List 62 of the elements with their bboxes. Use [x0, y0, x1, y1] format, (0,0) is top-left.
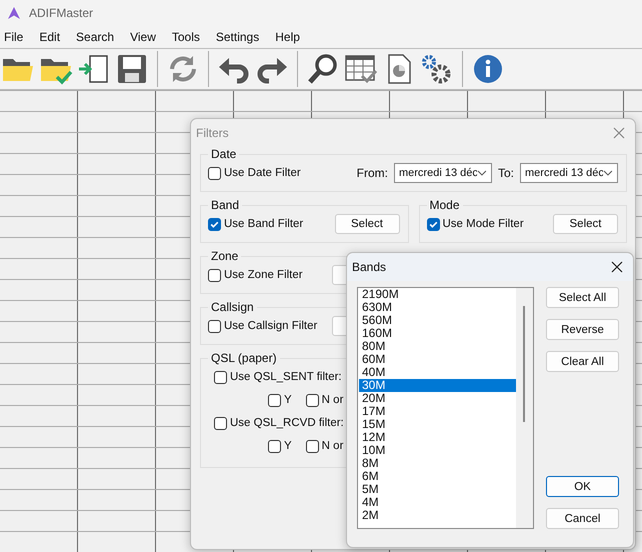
chevron-down-icon	[477, 170, 487, 176]
ok-button[interactable]: OK	[546, 476, 619, 497]
field-label: To:	[498, 166, 514, 180]
list-action-button[interactable]: Reverse	[546, 319, 619, 340]
band-list-item[interactable]: 2190M	[359, 288, 516, 301]
option-checkbox[interactable]: N or	[306, 440, 344, 452]
cancel-button[interactable]: Cancel	[546, 508, 619, 529]
band-list-item[interactable]: 10M	[359, 444, 516, 457]
group-label: Zone	[210, 249, 240, 263]
option-checkbox[interactable]: N or	[306, 394, 344, 406]
group-label: QSL (paper)	[210, 351, 278, 365]
table-check-icon[interactable]	[344, 53, 378, 85]
qsl-filter-checkbox[interactable]: Use QSL_SENT filter:	[214, 370, 342, 384]
group-label: Band	[210, 198, 240, 212]
band-list-item[interactable]: 20M	[359, 392, 516, 405]
checkmark-icon	[209, 218, 220, 230]
dialog-title: Bands	[352, 260, 386, 274]
qsl-filter-checkbox[interactable]: Use QSL_RCVD filter:	[214, 416, 344, 430]
menu-item[interactable]: File	[4, 30, 32, 44]
field-label: From:	[356, 166, 388, 180]
menu-item[interactable]: Tools	[172, 30, 208, 44]
menu-item[interactable]: Settings	[216, 30, 268, 44]
window-title: ADIFMaster	[29, 6, 94, 20]
list-action-button[interactable]: Select All	[546, 287, 619, 308]
chevron-down-icon	[603, 170, 613, 176]
band-list-item[interactable]: 30M	[359, 379, 516, 392]
band-list-item[interactable]: 17M	[359, 405, 516, 418]
info-icon[interactable]	[471, 53, 505, 85]
menu-item[interactable]: Search	[76, 30, 122, 44]
band-list-item[interactable]: 40M	[359, 366, 516, 379]
menu-item[interactable]: Help	[275, 30, 308, 44]
close-icon[interactable]	[611, 261, 623, 273]
band-filter-checkbox[interactable]: Use Band Filter	[208, 218, 304, 230]
group-label: Date	[210, 147, 238, 161]
group-label: Mode	[428, 198, 461, 212]
band-list-item[interactable]: 60M	[359, 353, 516, 366]
zone-filter-checkbox[interactable]: Use Zone Filter	[208, 268, 326, 282]
band-list-item[interactable]: 12M	[359, 431, 516, 444]
group-label: Callsign	[210, 300, 255, 314]
dialog-title: Filters	[196, 126, 229, 140]
scrollbar-thumb[interactable]	[523, 306, 525, 422]
band-list-item[interactable]: 630M	[359, 301, 516, 314]
date-filter-checkbox[interactable]: Use Date Filter	[208, 166, 301, 180]
band-list-item[interactable]: 160M	[359, 327, 516, 340]
app-logo-icon	[7, 6, 21, 20]
band-list-item[interactable]: 80M	[359, 340, 516, 353]
callsign-filter-checkbox[interactable]: Use Callsign Filter	[208, 320, 326, 332]
band-list-item[interactable]: 8M	[359, 457, 516, 470]
checkmark-icon	[428, 218, 438, 230]
menu-item[interactable]: View	[130, 30, 164, 44]
list-action-button[interactable]: Clear All	[546, 351, 619, 372]
select-button[interactable]: Select	[553, 214, 618, 234]
import-icon[interactable]	[77, 53, 111, 85]
band-list-item[interactable]: 2M	[359, 509, 516, 522]
band-list-item[interactable]: 6M	[359, 470, 516, 483]
band-list-item[interactable]: 560M	[359, 314, 516, 327]
band-list-item[interactable]: 15M	[359, 418, 516, 431]
mode-filter-checkbox[interactable]: Use Mode Filter	[426, 218, 524, 230]
band-list-item[interactable]: 4M	[359, 496, 516, 509]
menu-item[interactable]: Edit	[39, 30, 68, 44]
select-button[interactable]: Select	[334, 214, 400, 234]
band-list-item[interactable]: 5M	[359, 483, 516, 496]
